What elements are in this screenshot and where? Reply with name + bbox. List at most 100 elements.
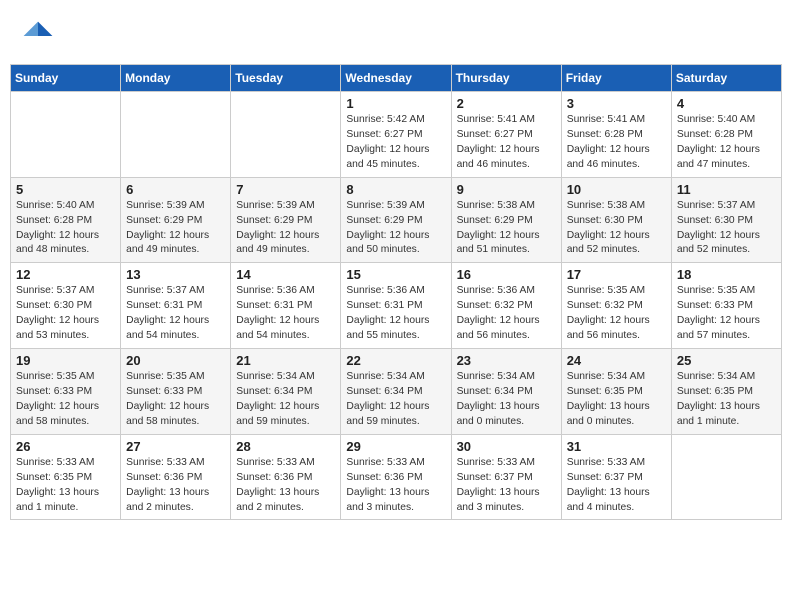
- header: [10, 10, 782, 58]
- col-header-tuesday: Tuesday: [231, 65, 341, 92]
- calendar-cell: 28 Sunrise: 5:33 AM Sunset: 6:36 PM Dayli…: [231, 434, 341, 520]
- calendar-cell: 20Sunrise: 5:35 AM Sunset: 6:33 PM Dayli…: [121, 349, 231, 435]
- calendar-cell: 18 Sunrise: 5:35 AM Sunset: 6:33 PM Dayli…: [671, 263, 781, 349]
- day-number: 4: [677, 96, 776, 111]
- calendar-cell: 16 Sunrise: 5:36 AM Sunset: 6:32 PM Dayli…: [451, 263, 561, 349]
- day-number: 15: [346, 267, 445, 282]
- day-number: 2: [457, 96, 556, 111]
- day-number: 12: [16, 267, 115, 282]
- calendar-cell: 15 Sunrise: 5:36 AM Sunset: 6:31 PM Dayli…: [341, 263, 451, 349]
- day-number: 29: [346, 439, 445, 454]
- calendar-cell: 6 Sunrise: 5:39 AM Sunset: 6:29 PM Daylig…: [121, 177, 231, 263]
- day-info: Sunrise: 5:39 AM Sunset: 6:29 PM Dayligh…: [236, 199, 335, 259]
- day-info: Sunrise: 5:35 AM Sunset: 6:33 PM Dayligh…: [16, 370, 115, 430]
- calendar-cell: [231, 92, 341, 178]
- day-number: 26: [16, 439, 115, 454]
- col-header-sunday: Sunday: [11, 65, 121, 92]
- logo-icon: [20, 18, 56, 54]
- day-info: Sunrise: 5:36 AM Sunset: 6:31 PM Dayligh…: [346, 284, 445, 344]
- day-number: 6: [126, 182, 225, 197]
- col-header-thursday: Thursday: [451, 65, 561, 92]
- day-number: 3: [567, 96, 666, 111]
- day-info: Sunrise: 5:41 AM Sunset: 6:27 PM Dayligh…: [457, 113, 556, 173]
- calendar-cell: 24 Sunrise: 5:34 AM Sunset: 6:35 PM Dayli…: [561, 349, 671, 435]
- day-info: Sunrise: 5:41 AM Sunset: 6:28 PM Dayligh…: [567, 113, 666, 173]
- day-info: Sunrise: 5:39 AM Sunset: 6:29 PM Dayligh…: [126, 199, 225, 259]
- calendar-cell: 26 Sunrise: 5:33 AM Sunset: 6:35 PM Dayli…: [11, 434, 121, 520]
- day-number: 28: [236, 439, 335, 454]
- calendar: SundayMondayTuesdayWednesdayThursdayFrid…: [10, 64, 782, 520]
- day-info: Sunrise: 5:33 AM Sunset: 6:35 PM Dayligh…: [16, 456, 115, 516]
- day-number: 30: [457, 439, 556, 454]
- day-info: Sunrise: 5:37 AM Sunset: 6:30 PM Dayligh…: [677, 199, 776, 259]
- day-number: 7: [236, 182, 335, 197]
- calendar-cell: 4 Sunrise: 5:40 AM Sunset: 6:28 PM Daylig…: [671, 92, 781, 178]
- day-info: Sunrise: 5:34 AM Sunset: 6:34 PM Dayligh…: [346, 370, 445, 430]
- day-info: Sunrise: 5:35 AM Sunset: 6:33 PM Dayligh…: [677, 284, 776, 344]
- day-info: Sunrise: 5:36 AM Sunset: 6:31 PM Dayligh…: [236, 284, 335, 344]
- day-info: Sunrise: 5:37 AM Sunset: 6:30 PM Dayligh…: [16, 284, 115, 344]
- day-number: 14: [236, 267, 335, 282]
- day-number: 17: [567, 267, 666, 282]
- day-info: Sunrise: 5:33 AM Sunset: 6:36 PM Dayligh…: [236, 456, 335, 516]
- day-info: Sunrise: 5:40 AM Sunset: 6:28 PM Dayligh…: [16, 199, 115, 259]
- calendar-cell: 5 Sunrise: 5:40 AM Sunset: 6:28 PM Daylig…: [11, 177, 121, 263]
- day-info: Sunrise: 5:34 AM Sunset: 6:35 PM Dayligh…: [567, 370, 666, 430]
- day-info: Sunrise: 5:34 AM Sunset: 6:35 PM Dayligh…: [677, 370, 776, 430]
- day-number: 19: [16, 353, 115, 368]
- day-info: Sunrise: 5:33 AM Sunset: 6:37 PM Dayligh…: [457, 456, 556, 516]
- calendar-cell: 1Sunrise: 5:42 AM Sunset: 6:27 PM Daylig…: [341, 92, 451, 178]
- day-info: Sunrise: 5:33 AM Sunset: 6:36 PM Dayligh…: [346, 456, 445, 516]
- calendar-cell: 14 Sunrise: 5:36 AM Sunset: 6:31 PM Dayli…: [231, 263, 341, 349]
- day-info: Sunrise: 5:35 AM Sunset: 6:32 PM Dayligh…: [567, 284, 666, 344]
- col-header-friday: Friday: [561, 65, 671, 92]
- calendar-week-row: 1Sunrise: 5:42 AM Sunset: 6:27 PM Daylig…: [11, 92, 782, 178]
- calendar-cell: 21Sunrise: 5:34 AM Sunset: 6:34 PM Dayli…: [231, 349, 341, 435]
- calendar-cell: [671, 434, 781, 520]
- day-number: 31: [567, 439, 666, 454]
- col-header-monday: Monday: [121, 65, 231, 92]
- calendar-week-row: 19 Sunrise: 5:35 AM Sunset: 6:33 PM Dayli…: [11, 349, 782, 435]
- calendar-cell: 22Sunrise: 5:34 AM Sunset: 6:34 PM Dayli…: [341, 349, 451, 435]
- calendar-cell: 29 Sunrise: 5:33 AM Sunset: 6:36 PM Dayli…: [341, 434, 451, 520]
- calendar-header-row: SundayMondayTuesdayWednesdayThursdayFrid…: [11, 65, 782, 92]
- calendar-cell: 19 Sunrise: 5:35 AM Sunset: 6:33 PM Dayli…: [11, 349, 121, 435]
- calendar-cell: 17 Sunrise: 5:35 AM Sunset: 6:32 PM Dayli…: [561, 263, 671, 349]
- day-number: 13: [126, 267, 225, 282]
- calendar-cell: 7 Sunrise: 5:39 AM Sunset: 6:29 PM Daylig…: [231, 177, 341, 263]
- calendar-cell: 13Sunrise: 5:37 AM Sunset: 6:31 PM Dayli…: [121, 263, 231, 349]
- day-info: Sunrise: 5:42 AM Sunset: 6:27 PM Dayligh…: [346, 113, 445, 173]
- calendar-cell: [11, 92, 121, 178]
- calendar-cell: 12 Sunrise: 5:37 AM Sunset: 6:30 PM Dayli…: [11, 263, 121, 349]
- logo: [20, 18, 60, 54]
- day-info: Sunrise: 5:33 AM Sunset: 6:36 PM Dayligh…: [126, 456, 225, 516]
- calendar-week-row: 12 Sunrise: 5:37 AM Sunset: 6:30 PM Dayli…: [11, 263, 782, 349]
- calendar-week-row: 5 Sunrise: 5:40 AM Sunset: 6:28 PM Daylig…: [11, 177, 782, 263]
- day-info: Sunrise: 5:36 AM Sunset: 6:32 PM Dayligh…: [457, 284, 556, 344]
- day-number: 10: [567, 182, 666, 197]
- day-number: 5: [16, 182, 115, 197]
- calendar-cell: 2 Sunrise: 5:41 AM Sunset: 6:27 PM Daylig…: [451, 92, 561, 178]
- day-number: 8: [346, 182, 445, 197]
- col-header-saturday: Saturday: [671, 65, 781, 92]
- day-number: 21: [236, 353, 335, 368]
- day-number: 18: [677, 267, 776, 282]
- calendar-cell: 27 Sunrise: 5:33 AM Sunset: 6:36 PM Dayli…: [121, 434, 231, 520]
- day-number: 23: [457, 353, 556, 368]
- calendar-cell: 8Sunrise: 5:39 AM Sunset: 6:29 PM Daylig…: [341, 177, 451, 263]
- calendar-cell: 23 Sunrise: 5:34 AM Sunset: 6:34 PM Dayli…: [451, 349, 561, 435]
- day-number: 24: [567, 353, 666, 368]
- day-info: Sunrise: 5:34 AM Sunset: 6:34 PM Dayligh…: [457, 370, 556, 430]
- calendar-cell: 11 Sunrise: 5:37 AM Sunset: 6:30 PM Dayli…: [671, 177, 781, 263]
- day-number: 11: [677, 182, 776, 197]
- day-info: Sunrise: 5:40 AM Sunset: 6:28 PM Dayligh…: [677, 113, 776, 173]
- day-number: 16: [457, 267, 556, 282]
- day-info: Sunrise: 5:33 AM Sunset: 6:37 PM Dayligh…: [567, 456, 666, 516]
- calendar-week-row: 26 Sunrise: 5:33 AM Sunset: 6:35 PM Dayli…: [11, 434, 782, 520]
- calendar-cell: 30 Sunrise: 5:33 AM Sunset: 6:37 PM Dayli…: [451, 434, 561, 520]
- calendar-cell: 3 Sunrise: 5:41 AM Sunset: 6:28 PM Daylig…: [561, 92, 671, 178]
- day-number: 27: [126, 439, 225, 454]
- calendar-cell: 10Sunrise: 5:38 AM Sunset: 6:30 PM Dayli…: [561, 177, 671, 263]
- day-info: Sunrise: 5:35 AM Sunset: 6:33 PM Dayligh…: [126, 370, 225, 430]
- day-number: 25: [677, 353, 776, 368]
